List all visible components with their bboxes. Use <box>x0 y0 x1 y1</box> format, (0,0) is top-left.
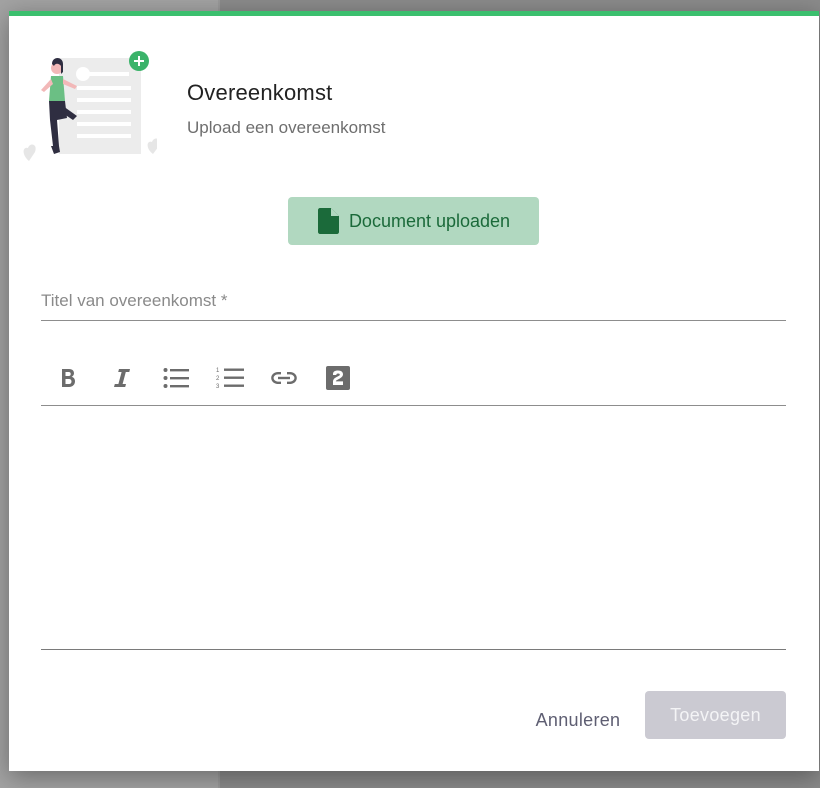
svg-text:3: 3 <box>216 384 220 390</box>
cancel-button[interactable]: Annuleren <box>523 696 633 744</box>
heading-icon <box>326 366 350 390</box>
document-upload-button[interactable]: Document uploaden <box>288 197 539 245</box>
document-icon <box>317 208 339 234</box>
link-button[interactable] <box>268 362 300 394</box>
svg-text:1: 1 <box>216 368 220 374</box>
agreement-title-placeholder: Titel van overeenkomst * <box>41 291 228 310</box>
bulleted-list-icon <box>163 368 189 388</box>
editor-toolbar: 1 2 3 <box>41 356 786 406</box>
document-illustration <box>17 46 160 166</box>
italic-icon <box>114 369 130 387</box>
italic-button[interactable] <box>106 362 138 394</box>
document-upload-label: Document uploaden <box>348 210 511 231</box>
numbered-list-button[interactable]: 1 2 3 <box>214 362 246 394</box>
dialog-title: Overeenkomst <box>187 80 333 105</box>
bulleted-list-button[interactable] <box>160 362 192 394</box>
description-editor[interactable] <box>41 406 786 650</box>
heading-button[interactable] <box>322 362 354 394</box>
numbered-list-icon: 1 2 3 <box>216 368 244 390</box>
add-button[interactable]: Toevoegen <box>645 691 786 739</box>
link-icon <box>271 372 297 384</box>
dialog-header: Overeenkomst Upload een overeenkomst <box>187 80 385 138</box>
agreement-dialog: Overeenkomst Upload een overeenkomst Doc… <box>9 11 819 771</box>
svg-text:2: 2 <box>216 376 220 382</box>
bold-button[interactable] <box>52 362 84 394</box>
bold-icon <box>62 369 75 387</box>
dialog-subtitle: Upload een overeenkomst <box>187 118 386 137</box>
agreement-title-input[interactable]: Titel van overeenkomst * <box>41 288 786 321</box>
